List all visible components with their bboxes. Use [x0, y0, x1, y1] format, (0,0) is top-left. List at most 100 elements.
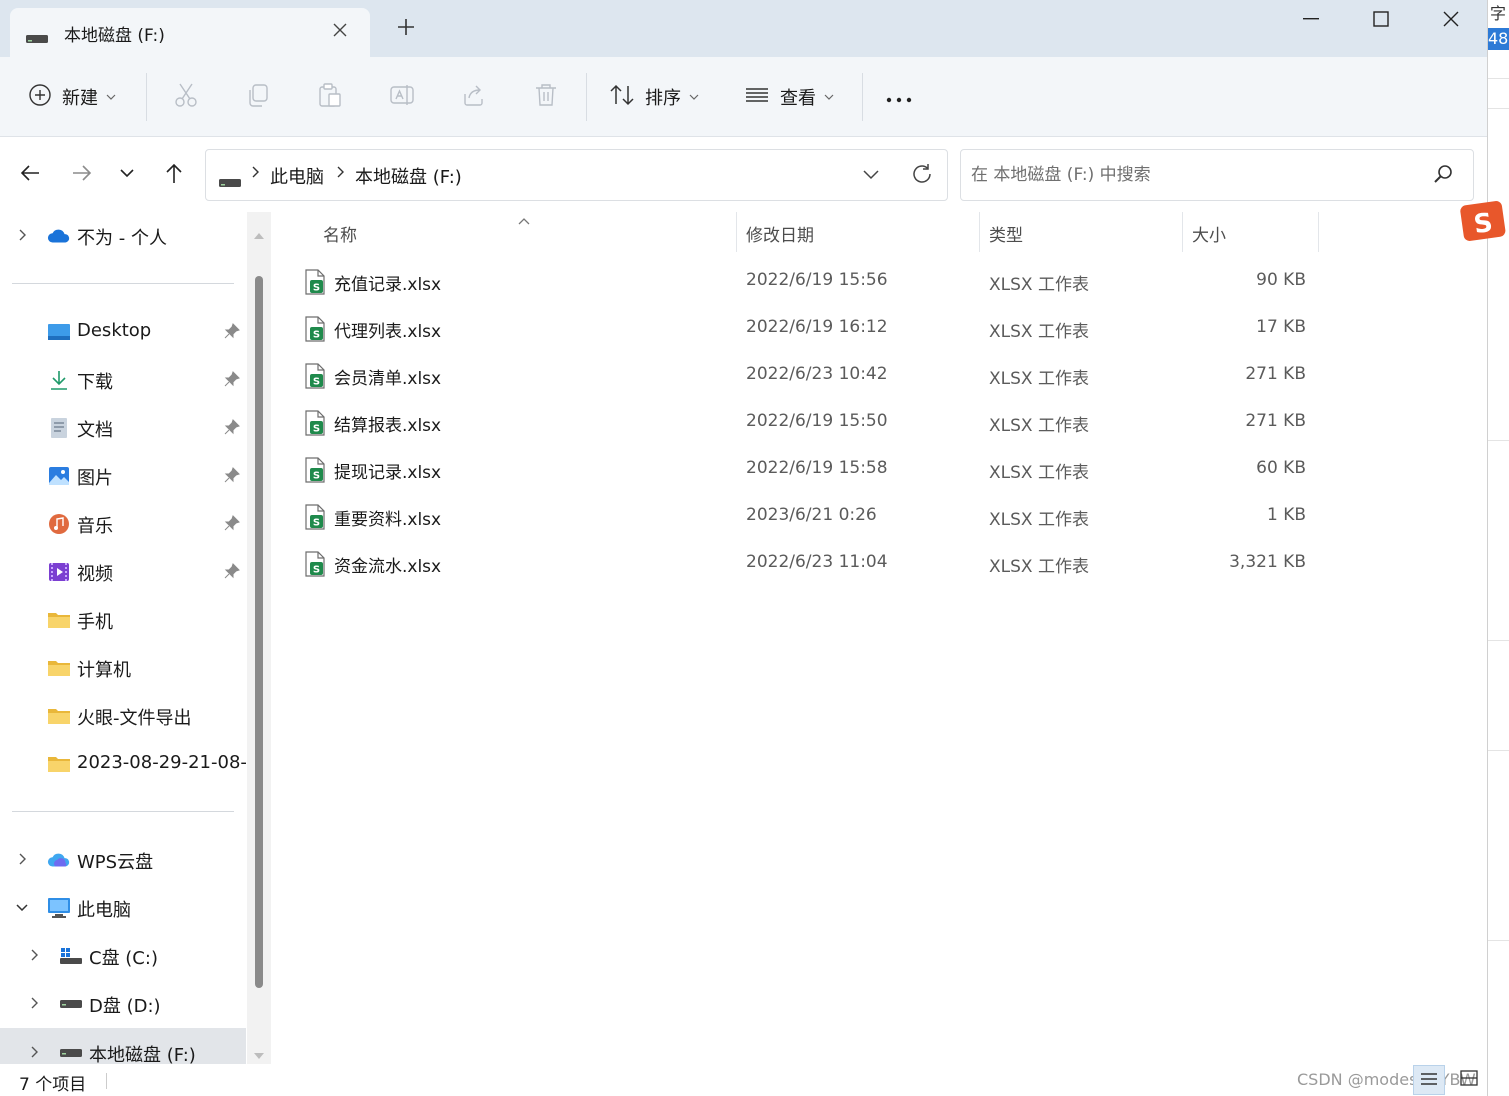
- grid-line: [1488, 108, 1509, 109]
- column-header-size[interactable]: 大小: [1192, 212, 1226, 254]
- column-header-name[interactable]: 名称: [323, 212, 357, 254]
- tab-active[interactable]: 本地磁盘 (F:): [10, 8, 370, 57]
- new-label: 新建: [62, 88, 98, 109]
- file-row[interactable]: S 结算报表.xlsx 2022/6/19 15:50 XLSX 工作表 271…: [296, 399, 1326, 446]
- command-bar: 新建 排序 查看: [0, 57, 1487, 137]
- sidebar-item-label: 下载: [77, 372, 113, 393]
- file-row[interactable]: S 提现记录.xlsx 2022/6/19 15:58 XLSX 工作表 60 …: [296, 446, 1326, 493]
- address-dropdown-chevron-icon[interactable]: [862, 166, 880, 185]
- details-view-button[interactable]: [1413, 1065, 1445, 1095]
- sidebar-item-videos[interactable]: 视频: [0, 550, 246, 594]
- close-icon[interactable]: [1416, 0, 1486, 38]
- sidebar-item-label: 2023-08-29-21-08-: [77, 752, 247, 773]
- sidebar-item-folder-phone[interactable]: 手机: [0, 598, 246, 642]
- pin-icon[interactable]: [224, 323, 240, 344]
- collapse-chevron-icon[interactable]: [14, 899, 30, 915]
- column-divider[interactable]: [736, 212, 737, 252]
- search-box[interactable]: [960, 149, 1474, 201]
- pin-icon[interactable]: [224, 419, 240, 440]
- copy-button[interactable]: [245, 57, 271, 137]
- sort-button[interactable]: 排序: [609, 57, 699, 137]
- sidebar-item-label: 文档: [77, 420, 113, 441]
- pin-icon[interactable]: [224, 515, 240, 536]
- delete-button[interactable]: [533, 57, 559, 137]
- file-row[interactable]: S 会员清单.xlsx 2022/6/23 10:42 XLSX 工作表 271…: [296, 352, 1326, 399]
- sidebar-item-label: 视频: [77, 564, 113, 585]
- breadcrumb-this-pc[interactable]: 此电脑: [270, 163, 324, 189]
- sidebar-item-drive-c[interactable]: C盘 (C:): [0, 934, 246, 978]
- sidebar-item-desktop[interactable]: Desktop: [0, 310, 246, 354]
- sidebar-item-label: 本地磁盘 (F:): [89, 1045, 196, 1064]
- share-button[interactable]: [461, 57, 487, 137]
- xlsx-file-icon: S: [304, 551, 326, 581]
- sidebar-item-folder-export[interactable]: 火眼-文件导出: [0, 694, 246, 738]
- status-bar: 7 个项目 CSDN @modest—YBW: [0, 1064, 1487, 1096]
- paste-button[interactable]: [317, 57, 343, 137]
- grid-line: [1488, 940, 1509, 941]
- minimize-icon[interactable]: [1276, 0, 1346, 38]
- expand-chevron-icon[interactable]: [26, 947, 42, 963]
- sidebar-item-music[interactable]: 音乐: [0, 502, 246, 546]
- pin-icon[interactable]: [224, 467, 240, 488]
- maximize-icon[interactable]: [1346, 0, 1416, 38]
- plus-icon[interactable]: [396, 16, 416, 42]
- file-size: 90 KB: [1256, 270, 1306, 290]
- music-icon: [47, 512, 71, 536]
- expand-chevron-icon[interactable]: [26, 995, 42, 1011]
- pin-icon[interactable]: [224, 563, 240, 584]
- sidebar-item-onedrive[interactable]: 不为 - 个人: [0, 214, 246, 258]
- up-arrow-icon[interactable]: [159, 158, 189, 188]
- file-name: 充值记录.xlsx: [334, 275, 442, 295]
- scroll-down-icon[interactable]: [254, 1044, 264, 1063]
- sidebar-divider: [12, 283, 234, 284]
- drive-icon: [59, 992, 83, 1016]
- cut-button[interactable]: [173, 57, 199, 137]
- sidebar-item-pictures[interactable]: 图片: [0, 454, 246, 498]
- forward-arrow-icon[interactable]: [67, 158, 97, 188]
- view-button[interactable]: 查看: [744, 57, 834, 137]
- file-size: 271 KB: [1245, 364, 1306, 384]
- expand-chevron-icon[interactable]: [14, 227, 30, 243]
- sidebar-item-drive-f[interactable]: 本地磁盘 (F:): [0, 1028, 246, 1064]
- sidebar-item-folder-dated[interactable]: 2023-08-29-21-08-: [0, 742, 247, 786]
- file-type: XLSX 工作表: [989, 557, 1089, 577]
- file-row[interactable]: S 资金流水.xlsx 2022/6/23 11:04 XLSX 工作表 3,3…: [296, 540, 1326, 587]
- column-header-type[interactable]: 类型: [989, 212, 1023, 254]
- sogou-ime-icon[interactable]: S: [1460, 199, 1506, 245]
- refresh-icon[interactable]: [911, 163, 933, 189]
- sidebar-item-this-pc[interactable]: 此电脑: [0, 886, 246, 930]
- more-button[interactable]: [885, 57, 913, 137]
- file-row[interactable]: S 充值记录.xlsx 2022/6/19 15:56 XLSX 工作表 90 …: [296, 258, 1326, 305]
- new-button[interactable]: 新建: [28, 57, 116, 137]
- recent-locations-chevron-icon[interactable]: [112, 158, 142, 188]
- sidebar-item-drive-d[interactable]: D盘 (D:): [0, 982, 246, 1026]
- scrollbar-thumb[interactable]: [255, 276, 263, 988]
- file-date: 2023/6/21 0:26: [746, 505, 877, 525]
- column-header-date[interactable]: 修改日期: [746, 212, 814, 254]
- file-row[interactable]: S 代理列表.xlsx 2022/6/19 16:12 XLSX 工作表 17 …: [296, 305, 1326, 352]
- expand-chevron-icon[interactable]: [26, 1044, 42, 1060]
- pin-icon[interactable]: [224, 371, 240, 392]
- column-divider[interactable]: [1318, 212, 1319, 252]
- new-icon: [28, 83, 52, 112]
- back-arrow-icon[interactable]: [15, 158, 45, 188]
- search-input[interactable]: [971, 162, 1421, 188]
- column-divider[interactable]: [1182, 212, 1183, 252]
- search-icon[interactable]: [1433, 164, 1453, 188]
- tiles-view-button[interactable]: [1453, 1065, 1485, 1095]
- column-divider[interactable]: [979, 212, 980, 252]
- expand-chevron-icon[interactable]: [14, 851, 30, 867]
- file-type: XLSX 工作表: [989, 510, 1089, 530]
- sidebar-item-downloads[interactable]: 下载: [0, 358, 246, 402]
- address-bar[interactable]: 此电脑 本地磁盘 (F:): [205, 149, 948, 201]
- folder-icon: [47, 608, 71, 632]
- sidebar-item-documents[interactable]: 文档: [0, 406, 246, 450]
- sidebar-scrollbar[interactable]: [247, 212, 271, 1064]
- breadcrumb-current-drive[interactable]: 本地磁盘 (F:): [355, 163, 462, 189]
- sidebar-item-wps-cloud[interactable]: WPS云盘: [0, 838, 246, 882]
- sidebar-item-folder-computer[interactable]: 计算机: [0, 646, 246, 690]
- rename-button[interactable]: [389, 57, 415, 137]
- tab-close-icon[interactable]: [328, 18, 352, 42]
- file-row[interactable]: S 重要资料.xlsx 2023/6/21 0:26 XLSX 工作表 1 KB: [296, 493, 1326, 540]
- scroll-up-icon[interactable]: [254, 224, 264, 243]
